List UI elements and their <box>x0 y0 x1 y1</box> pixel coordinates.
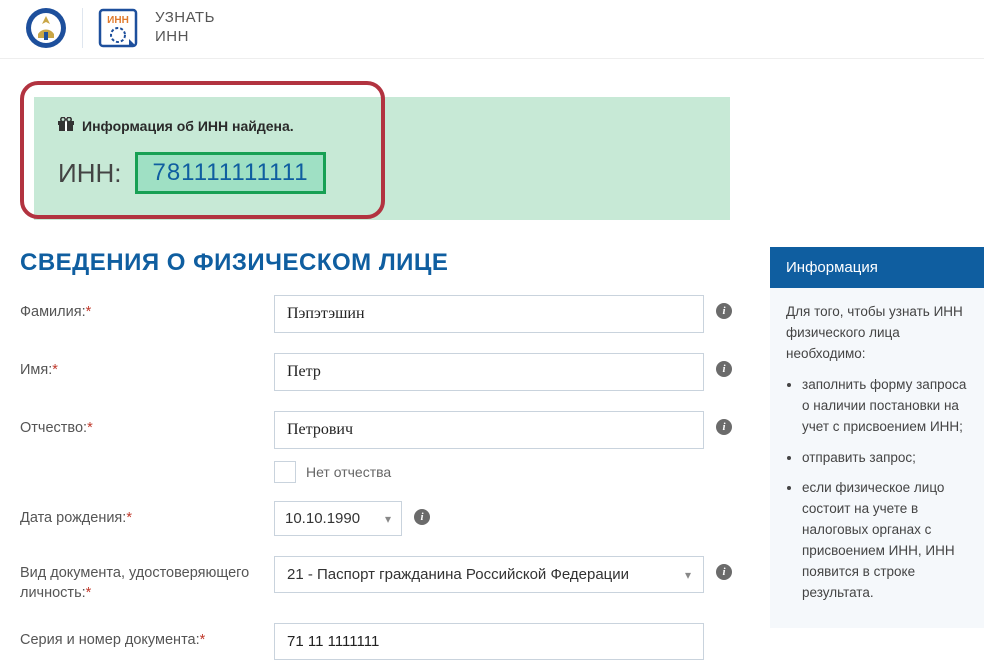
dob-label: Дата рождения:* <box>20 501 274 529</box>
info-bullet: отправить запрос; <box>802 448 972 469</box>
inn-service-icon: ИНН <box>97 7 139 49</box>
svg-text:ИНН: ИНН <box>107 15 129 26</box>
result-panel: Информация об ИНН найдена. ИНН: 78111111… <box>34 97 730 220</box>
inn-result-value: 781111111111 <box>135 152 325 194</box>
surname-input[interactable]: Пэпэтэшин <box>274 295 704 333</box>
info-icon[interactable]: i <box>716 361 732 377</box>
info-bullet: если физическое лицо состоит на учете в … <box>802 478 972 604</box>
header-divider <box>82 8 83 48</box>
info-icon[interactable]: i <box>716 303 732 319</box>
patronymic-input[interactable]: Петрович <box>274 411 704 449</box>
chevron-down-icon: ▾ <box>685 568 691 582</box>
info-icon[interactable]: i <box>716 564 732 580</box>
info-icon[interactable]: i <box>716 419 732 435</box>
app-header: ИНН УЗНАТЬ ИНН <box>0 0 984 59</box>
result-found-message: Информация об ИНН найдена. <box>58 117 710 134</box>
result-area: Информация об ИНН найдена. ИНН: 78111111… <box>20 81 964 221</box>
gift-icon <box>58 117 74 134</box>
info-intro: Для того, чтобы узнать ИНН физического л… <box>786 302 972 365</box>
surname-label: Фамилия:* <box>20 295 274 323</box>
patronymic-label: Отчество:* <box>20 411 274 439</box>
info-sidebar-body: Для того, чтобы узнать ИНН физического л… <box>770 288 984 628</box>
info-bullet: заполнить форму запроса о наличии постан… <box>802 375 972 438</box>
info-icon[interactable]: i <box>414 509 430 525</box>
doc-type-select[interactable]: 21 - Паспорт гражданина Российской Федер… <box>274 556 704 593</box>
info-sidebar-header: Информация <box>770 247 984 288</box>
name-label: Имя:* <box>20 353 274 381</box>
no-patronymic-label: Нет отчества <box>306 464 391 480</box>
name-input[interactable]: Петр <box>274 353 704 391</box>
no-patronymic-checkbox[interactable] <box>274 461 296 483</box>
dob-input[interactable]: 10.10.1990 ▾ <box>274 501 402 536</box>
person-form: Фамилия:* Пэпэтэшин i Имя:* Петр i Отчес… <box>20 295 760 660</box>
state-emblem-icon <box>24 6 68 50</box>
doc-number-input[interactable]: 71 11 1111111 <box>274 623 704 660</box>
info-sidebar: Информация Для того, чтобы узнать ИНН фи… <box>770 247 984 628</box>
chevron-down-icon: ▾ <box>385 512 391 526</box>
doc-type-label: Вид документа, удостоверяющего личность:… <box>20 556 274 603</box>
inn-result-label: ИНН: <box>58 158 121 189</box>
app-title: УЗНАТЬ ИНН <box>155 9 215 47</box>
doc-number-label: Серия и номер документа:* <box>20 623 274 651</box>
